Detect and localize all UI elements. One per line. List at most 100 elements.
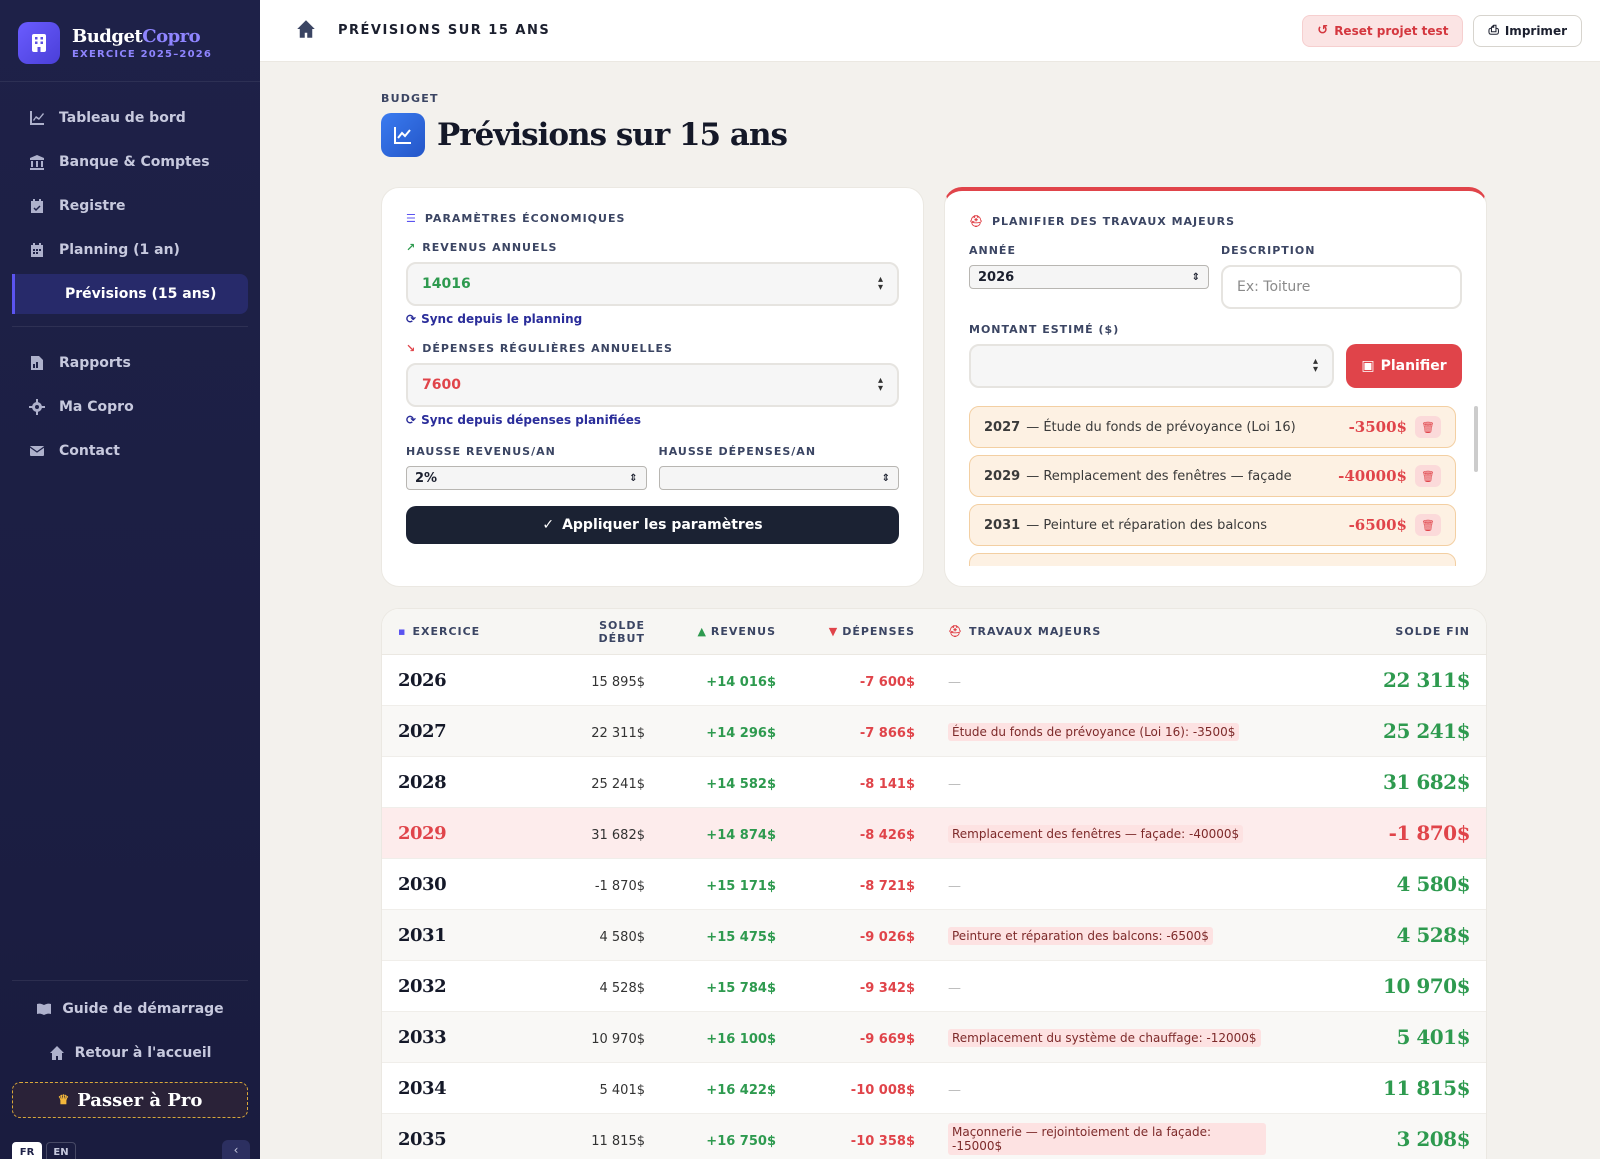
work-description: — Étude du fonds de prévoyance (Loi 16) <box>1026 419 1296 435</box>
work-amount: -40000$ <box>1338 467 1407 485</box>
table-row: 2026 15 895$ +14 016$ -7 600$ — 22 311$ <box>382 655 1486 706</box>
guide-link[interactable]: Guide de démarrage <box>12 987 248 1031</box>
nav-item-ma-copro[interactable]: Ma Copro <box>12 387 248 427</box>
brand[interactable]: BudgetCopro EXERCICE 2025–2026 <box>0 0 260 82</box>
nav-label: Prévisions (15 ans) <box>65 286 217 302</box>
sync-depenses-link[interactable]: ⟳ Sync depuis dépenses planifiées <box>406 413 899 427</box>
row-solde-fin: 10 970$ <box>1383 974 1470 998</box>
params-section-title: ☰ PARAMÈTRES ÉCONOMIQUES <box>406 212 899 225</box>
work-year: 2031 <box>984 517 1021 533</box>
planifier-label: Planifier <box>1380 358 1447 374</box>
apply-params-button[interactable]: ✓ Appliquer les paramètres <box>406 506 899 544</box>
select-arrows-icon: ⇕ <box>881 472 890 484</box>
stepper-icon[interactable]: ▴ ▾ <box>878 376 883 394</box>
depenses-input[interactable]: 7600 ▴ ▾ <box>406 363 899 407</box>
row-depenses: -8 721$ <box>859 878 915 894</box>
print-button[interactable]: ⎙ Imprimer <box>1473 14 1582 47</box>
table-row: 2031 4 580$ +15 475$ -9 026$ Peinture et rép… <box>382 910 1486 961</box>
row-year: 2035 <box>398 1128 447 1150</box>
row-revenus: +14 874$ <box>706 827 776 843</box>
triangle-up-icon: ▲ <box>697 625 707 638</box>
row-revenus: +14 296$ <box>706 725 776 741</box>
nav-item-rapports[interactable]: Rapports <box>12 343 248 383</box>
bank-icon <box>30 155 44 170</box>
col-travaux: ⛑ TRAVAUX MAJEURS <box>948 625 1102 638</box>
home-icon <box>49 1046 64 1060</box>
hausse-revenus-select[interactable]: 2% ⇕ <box>406 466 647 490</box>
upgrade-pro-button[interactable]: ♛ Passer à Pro <box>12 1082 248 1118</box>
lang-fr-button[interactable]: FR <box>12 1142 42 1159</box>
row-year: 2032 <box>398 975 447 997</box>
chart-line-icon <box>30 111 44 125</box>
pro-label: Passer à Pro <box>77 1089 203 1111</box>
row-solde-fin: 31 682$ <box>1383 770 1470 794</box>
calendar-plus-icon: ▣ <box>1361 358 1375 374</box>
file-report-icon <box>31 356 43 370</box>
guide-label: Guide de démarrage <box>62 1001 224 1017</box>
row-solde-fin: 4 580$ <box>1396 872 1470 896</box>
chart-line-icon <box>381 113 425 157</box>
sync-planning-link[interactable]: ⟳ Sync depuis le planning <box>406 312 899 326</box>
list-scrollbar[interactable] <box>1474 406 1478 472</box>
table-row: 2033 10 970$ +16 100$ -9 669$ Remplacement d… <box>382 1012 1486 1063</box>
trash-icon[interactable]: 🗑 <box>1415 416 1441 438</box>
page-header: BUDGET Prévisions sur 15 ans <box>381 92 788 157</box>
home-link[interactable]: Retour à l'accueil <box>12 1031 248 1075</box>
nav-item-contact[interactable]: Contact <box>12 431 248 471</box>
row-revenus: +15 171$ <box>706 878 776 894</box>
stepper-icon[interactable]: ▴ ▾ <box>1313 357 1318 375</box>
row-depenses: -9 669$ <box>859 1031 915 1047</box>
row-travaux: Remplacement des fenêtres — façade: -400… <box>948 825 1244 843</box>
hausse-depenses-select[interactable]: ⇕ <box>658 466 899 490</box>
collapse-sidebar-button[interactable]: ‹ <box>222 1140 250 1159</box>
table-row: 2030 -1 870$ +15 171$ -8 721$ — 4 580$ <box>382 859 1486 910</box>
print-label: Imprimer <box>1504 23 1567 38</box>
row-solde-fin: 22 311$ <box>1383 668 1470 692</box>
nav-item-dashboard[interactable]: Tableau de bord <box>12 98 248 138</box>
row-solde-debut: 31 682$ <box>591 827 645 843</box>
nav-label: Ma Copro <box>59 399 134 415</box>
row-revenus: +16 100$ <box>706 1031 776 1047</box>
hard-hat-icon: ⛑ <box>948 625 963 638</box>
col-exercice: ▪ EXERCICE <box>398 625 481 638</box>
row-year: 2026 <box>398 669 447 691</box>
home-label: Retour à l'accueil <box>74 1045 212 1061</box>
home-icon[interactable] <box>296 19 316 43</box>
table-row: 2029 31 682$ +14 874$ -8 426$ Remplacement d… <box>382 808 1486 859</box>
trash-icon[interactable]: 🗑 <box>1415 465 1441 487</box>
brand-subtitle: EXERCICE 2025–2026 <box>72 48 213 60</box>
nav-label: Tableau de bord <box>59 110 186 126</box>
calendar-icon <box>31 243 43 257</box>
travaux-section-label: PLANIFIER DES TRAVAUX MAJEURS <box>991 215 1235 228</box>
row-solde-debut: 25 241$ <box>591 776 645 792</box>
nav-item-bank[interactable]: Banque & Comptes <box>12 142 248 182</box>
work-year: 2027 <box>984 419 1021 435</box>
row-solde-debut: 4 580$ <box>599 929 646 945</box>
row-travaux: Maçonnerie — rejointoiement de la façade… <box>948 1123 1266 1155</box>
reset-project-button[interactable]: ↺ Reset projet test <box>1302 14 1464 47</box>
revenus-input[interactable]: 14016 ▴ ▾ <box>406 262 899 306</box>
sliders-icon: ☰ <box>406 212 417 225</box>
col-revenus: ▲ REVENUS <box>697 625 776 638</box>
row-travaux: Peinture et réparation des balcons: -650… <box>948 927 1213 945</box>
montant-input[interactable]: ▴ ▾ <box>969 344 1334 388</box>
row-solde-fin: 5 401$ <box>1396 1025 1470 1049</box>
col-depenses: ▼ DÉPENSES <box>828 625 915 638</box>
nav-divider <box>12 326 248 327</box>
stepper-icon[interactable]: ▴ ▾ <box>878 275 883 293</box>
row-solde-fin: 3 208$ <box>1396 1127 1470 1151</box>
list-item: 2029 — Remplacement des fenêtres — façad… <box>969 455 1456 497</box>
nav-item-previsions[interactable]: Prévisions (15 ans) <box>12 274 248 314</box>
nav-item-registre[interactable]: Registre <box>12 186 248 226</box>
trash-icon[interactable]: 🗑 <box>1415 514 1441 536</box>
trend-down-icon: ↘ <box>406 342 417 355</box>
lang-en-button[interactable]: EN <box>46 1142 76 1159</box>
depenses-value: 7600 <box>422 377 461 393</box>
description-input[interactable]: Ex: Toiture <box>1221 265 1462 309</box>
check-icon: ✓ <box>542 517 555 533</box>
annee-value: 2026 <box>978 269 1015 285</box>
planifier-button[interactable]: ▣ Planifier <box>1346 344 1462 388</box>
printer-icon: ⎙ <box>1488 23 1499 38</box>
annee-select[interactable]: 2026 ⇕ <box>969 265 1209 289</box>
nav-item-planning[interactable]: Planning (1 an) <box>12 230 248 270</box>
